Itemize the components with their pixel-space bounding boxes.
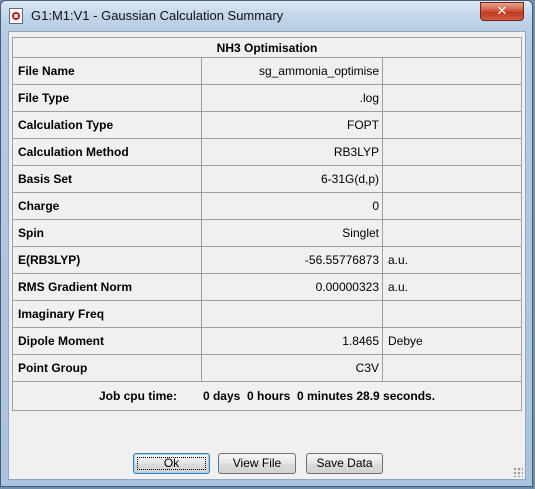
table-row: Imaginary Freq [12, 300, 522, 328]
row-unit: a.u. [382, 246, 522, 274]
row-unit [382, 138, 522, 166]
cpu-time-cell: Job cpu time: 0 days 0 hours 0 minutes 28… [12, 381, 522, 411]
window-title: G1:M1:V1 - Gaussian Calculation Summary [31, 8, 284, 23]
row-unit [382, 192, 522, 220]
row-label: Charge [12, 192, 202, 220]
table-heading: NH3 Optimisation [12, 37, 522, 58]
title-bar[interactable]: G1:M1:V1 - Gaussian Calculation Summary … [1, 1, 532, 31]
row-unit [382, 165, 522, 193]
table-row: Point Group C3V [12, 354, 522, 382]
table-row: RMS Gradient Norm 0.00000323 a.u. [12, 273, 522, 301]
button-bar: Ok View File Save Data [9, 453, 525, 476]
resize-grip-icon[interactable] [513, 467, 523, 477]
row-label: Imaginary Freq [12, 300, 202, 328]
row-value: 0.00000323 [201, 273, 383, 301]
row-value: 1.8465 [201, 327, 383, 355]
row-unit [382, 57, 522, 85]
table-row: File Name sg_ammonia_optimise [12, 57, 522, 85]
focus-ring [137, 457, 206, 470]
cpu-time-value: 0 days 0 hours 0 minutes 28.9 seconds. [202, 389, 436, 403]
save-data-button[interactable]: Save Data [306, 453, 383, 474]
table-row: Calculation Type FOPT [12, 111, 522, 139]
cpu-time-label: Job cpu time: [98, 389, 177, 403]
row-value [201, 300, 383, 328]
table-row: Spin Singlet [12, 219, 522, 247]
row-value: 6-31G(d,p) [201, 165, 383, 193]
row-value: 0 [201, 192, 383, 220]
row-label: Point Group [12, 354, 202, 382]
row-value: FOPT [201, 111, 383, 139]
row-unit [382, 300, 522, 328]
row-unit: Debye [382, 327, 522, 355]
row-label: Dipole Moment [12, 327, 202, 355]
close-icon: ✕ [496, 4, 508, 19]
row-label: Calculation Method [12, 138, 202, 166]
calculation-summary-table: NH3 Optimisation File Name sg_ammonia_op… [12, 37, 522, 411]
row-value: RB3LYP [201, 138, 383, 166]
save-data-button-label: Save Data [316, 456, 373, 470]
row-label: Spin [12, 219, 202, 247]
table-row: Calculation Method RB3LYP [12, 138, 522, 166]
dialog-client-area: NH3 Optimisation File Name sg_ammonia_op… [8, 31, 526, 480]
row-unit [382, 354, 522, 382]
row-value: C3V [201, 354, 383, 382]
row-unit [382, 219, 522, 247]
row-unit: a.u. [382, 273, 522, 301]
app-document-icon [9, 8, 23, 24]
summary-window: G1:M1:V1 - Gaussian Calculation Summary … [0, 0, 533, 487]
row-label: Basis Set [12, 165, 202, 193]
table-row: Dipole Moment 1.8465 Debye [12, 327, 522, 355]
row-label: Calculation Type [12, 111, 202, 139]
table-row: Charge 0 [12, 192, 522, 220]
close-button[interactable]: ✕ [480, 2, 524, 21]
ok-button[interactable]: Ok [133, 453, 210, 474]
row-label: File Name [12, 57, 202, 85]
table-row: File Type .log [12, 84, 522, 112]
row-label: RMS Gradient Norm [12, 273, 202, 301]
row-label: File Type [12, 84, 202, 112]
row-value: Singlet [201, 219, 383, 247]
row-value: -56.55776873 [201, 246, 383, 274]
table-heading-row: NH3 Optimisation [12, 37, 522, 58]
view-file-button-label: View File [232, 456, 282, 470]
row-unit [382, 84, 522, 112]
view-file-button[interactable]: View File [218, 453, 296, 474]
row-label: E(RB3LYP) [12, 246, 202, 274]
table-row: E(RB3LYP) -56.55776873 a.u. [12, 246, 522, 274]
cpu-time-row: Job cpu time: 0 days 0 hours 0 minutes 28… [12, 381, 522, 411]
table-row: Basis Set 6-31G(d,p) [12, 165, 522, 193]
row-value: .log [201, 84, 383, 112]
row-value: sg_ammonia_optimise [201, 57, 383, 85]
row-unit [382, 111, 522, 139]
